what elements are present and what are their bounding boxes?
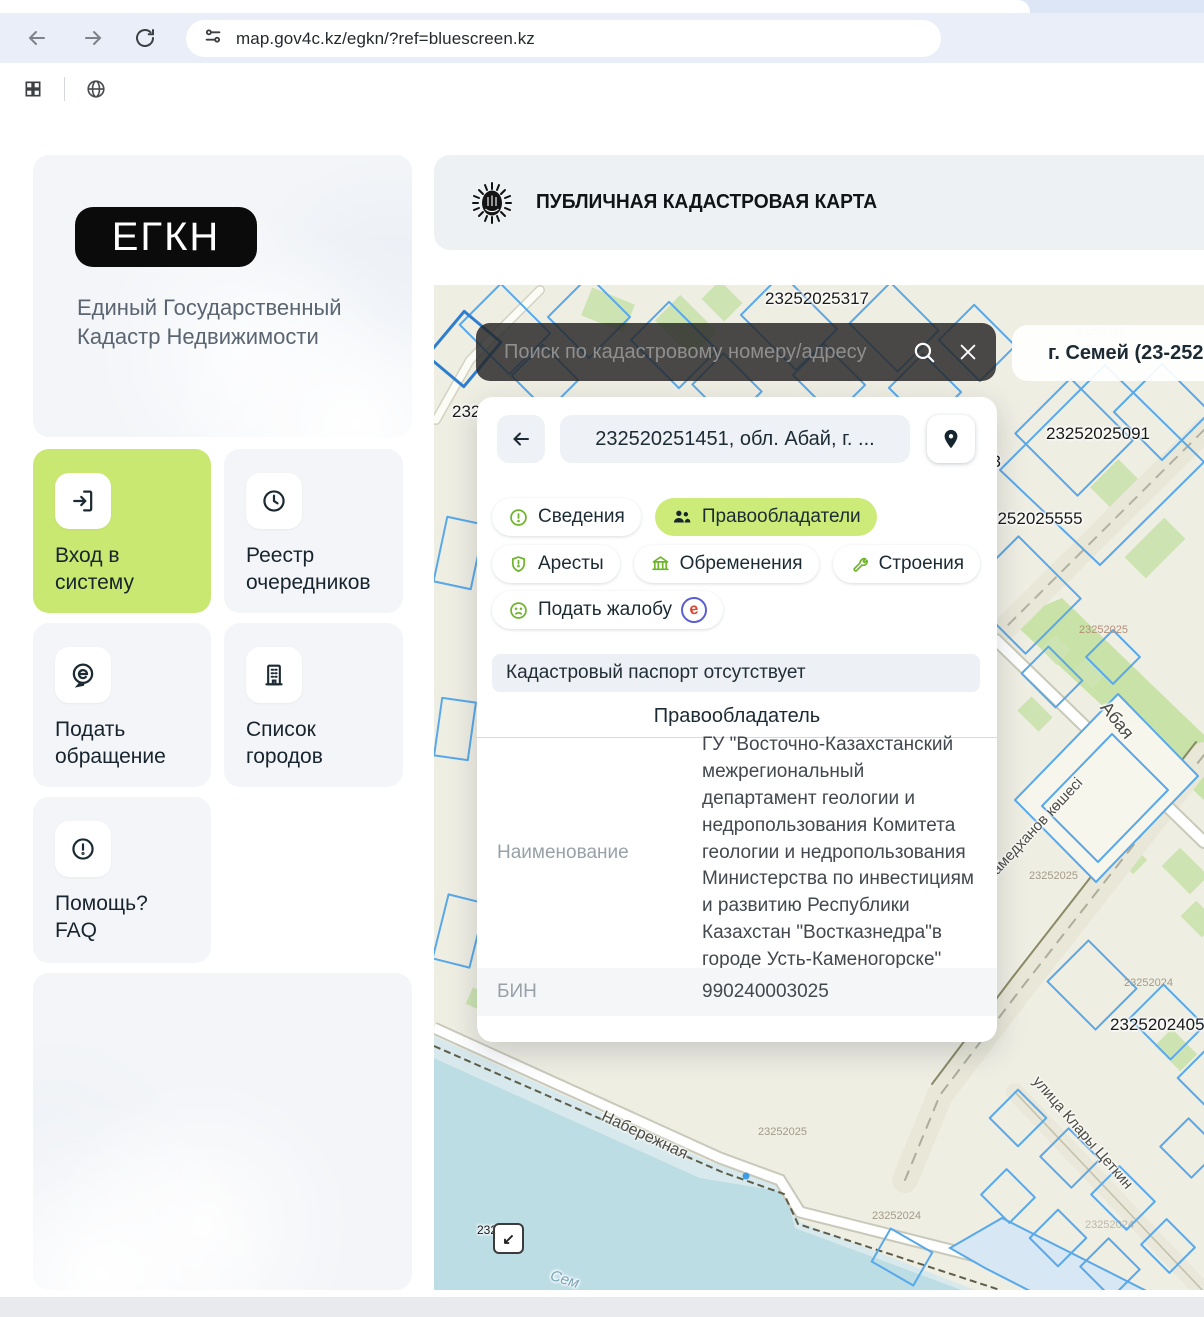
alert-circle-icon: [508, 507, 529, 528]
building-icon: [246, 647, 302, 703]
sidebar-item-label: Реестр очередников: [246, 543, 381, 597]
sidebar-item-label: Вход в систему: [55, 543, 190, 597]
tab-pravoobladateli[interactable]: Правообладатели: [655, 498, 877, 536]
close-icon[interactable]: [946, 341, 990, 363]
table-row: Наименование ГУ "Восточно-Казахстанский …: [477, 738, 997, 968]
map-label-cadastre: 2325202405: [1110, 1015, 1204, 1035]
globe-bookmark-icon[interactable]: [79, 72, 113, 106]
page-header: ПУБЛИЧНАЯ КАДАСТРОВАЯ КАРТА: [434, 155, 1204, 250]
map-label-cadastre: 23252024: [1085, 1219, 1134, 1231]
egkn-logo: ЕГКН: [75, 207, 257, 267]
row-value: 990240003025: [702, 979, 997, 1006]
tab-aresty[interactable]: Аресты: [492, 545, 620, 583]
back-nav-icon[interactable]: [20, 21, 54, 55]
row-value: ГУ "Восточно-Казахстанский межрегиональн…: [702, 732, 997, 975]
sad-face-icon: [508, 600, 529, 621]
forward-nav-icon[interactable]: [76, 21, 110, 55]
tab-svedeniya[interactable]: Сведения: [492, 498, 641, 536]
active-tab[interactable]: [0, 0, 1030, 13]
map-label-cadastre: 23252025091: [1046, 424, 1150, 444]
egkn-logo-card: ЕГКН Единый Государственный Кадастр Недв…: [33, 155, 412, 437]
sidebar-decor-card: [33, 973, 412, 1290]
apps-grid-icon[interactable]: [16, 72, 50, 106]
cadastral-passport-notice: Кадастровый паспорт отсутствует: [492, 654, 980, 692]
tab-stroeniya[interactable]: Строения: [833, 545, 981, 583]
locate-button[interactable]: [927, 415, 975, 463]
sidebar-item-label: Подать обращение: [55, 717, 190, 771]
map-label-cadastre: 23252025: [1029, 870, 1078, 882]
collapse-map-button[interactable]: ↙: [493, 1223, 524, 1254]
table-row: БИН 990240003025: [477, 968, 997, 1016]
bookmarks-bar: [0, 63, 1204, 115]
sidebar-item-login[interactable]: Вход в систему: [33, 449, 211, 613]
tab-row-1: Сведения Правообладатели: [492, 498, 877, 536]
section-title: Правообладатель: [477, 705, 997, 728]
row-label: БИН: [477, 981, 702, 1003]
sidebar-item-city-list[interactable]: Список городов: [224, 623, 403, 787]
parcel-info-panel: 232520251451, обл. Абай, г. ... Сведения…: [477, 397, 997, 1042]
search-icon[interactable]: [902, 339, 946, 365]
bookmarks-separator: [64, 77, 65, 101]
tab-row-3: Подать жалобу e: [492, 591, 723, 629]
sidebar-item-submit-appeal[interactable]: Подать обращение: [33, 623, 211, 787]
map-label-cadastre: 3252025555: [988, 509, 1083, 529]
browser-window: map.gov4c.kz/egkn/?ref=bluescreen.kz ЕГК…: [0, 0, 1204, 1317]
tab-obremeneniya[interactable]: Обременения: [634, 545, 819, 583]
egkn-subtitle: Единый Государственный Кадастр Недвижимо…: [77, 293, 377, 351]
page-title: ПУБЛИЧНАЯ КАДАСТРОВАЯ КАРТА: [536, 191, 877, 214]
tab-label: Аресты: [538, 553, 604, 575]
sidebar-item-faq[interactable]: Помощь? FAQ: [33, 797, 211, 963]
login-icon: [55, 473, 111, 529]
sidebar-item-queue-registry[interactable]: Реестр очередников: [224, 449, 403, 613]
tab-label: Подать жалобу: [538, 599, 672, 621]
tab-label: Строения: [879, 553, 965, 575]
tab-row-2: Аресты Обременения Строения: [492, 545, 980, 583]
url-text: map.gov4c.kz/egkn/?ref=bluescreen.kz: [236, 29, 535, 49]
browser-toolbar: map.gov4c.kz/egkn/?ref=bluescreen.kz: [0, 13, 1204, 63]
site-info-icon[interactable]: [202, 25, 224, 52]
window-bottom-edge: [0, 1297, 1204, 1317]
row-label: Наименование: [477, 842, 702, 864]
tab-label: Сведения: [538, 506, 625, 528]
sidebar-item-label: Помощь? FAQ: [55, 891, 190, 945]
map-label-cadastre: 23252024: [1124, 977, 1173, 989]
bank-icon: [650, 554, 671, 575]
back-button[interactable]: [497, 415, 545, 463]
tab-strip: [0, 0, 1204, 13]
map-label-cadastre: 23252025: [1079, 624, 1128, 636]
sidebar-item-label: Список городов: [246, 717, 381, 771]
cadastral-map[interactable]: 23252025317 232 23252025091 73 325202555…: [434, 285, 1204, 1290]
eotinish-icon: e: [679, 595, 708, 624]
search-input[interactable]: [502, 340, 902, 365]
map-pin-icon: [940, 428, 962, 450]
city-badge[interactable]: г. Семей (23-252: [1012, 325, 1204, 381]
map-search-bar[interactable]: [476, 323, 996, 381]
alert-circle-icon: [55, 821, 111, 877]
people-group-icon: [671, 506, 693, 528]
map-label-cadastre: 23252025: [758, 1126, 807, 1138]
address-bar[interactable]: map.gov4c.kz/egkn/?ref=bluescreen.kz: [186, 20, 941, 57]
shield-alert-icon: [508, 554, 529, 575]
map-label-cadastre: 23252024: [872, 1210, 921, 1222]
e-appeal-icon: [55, 647, 111, 703]
parcel-title[interactable]: 232520251451, обл. Абай, г. ...: [560, 415, 910, 463]
kazakhstan-emblem-icon: [470, 181, 514, 225]
reload-icon[interactable]: [128, 21, 162, 55]
map-label-cadastre: 23252025317: [765, 289, 869, 309]
tab-label: Правообладатели: [702, 506, 861, 528]
clock-icon: [246, 473, 302, 529]
tab-podat-zhalobu[interactable]: Подать жалобу e: [492, 591, 723, 629]
wrench-icon: [849, 554, 870, 575]
tab-label: Обременения: [680, 553, 803, 575]
